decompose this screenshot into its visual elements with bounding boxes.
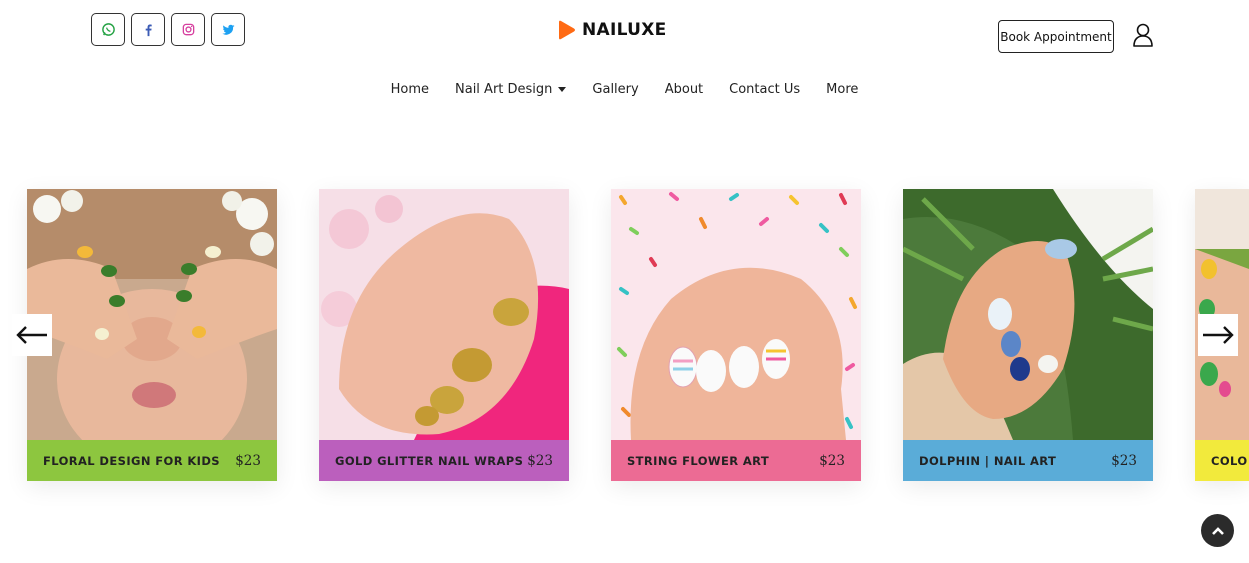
instagram-icon xyxy=(182,23,194,36)
nav-gallery-label: Gallery xyxy=(592,82,639,97)
product-image xyxy=(903,189,1153,440)
carousel-next-button[interactable] xyxy=(1198,314,1238,356)
main-nav: Home Nail Art Design Gallery About Conta… xyxy=(0,82,1249,97)
product-title: FLORAL DESIGN FOR KIDS xyxy=(43,453,220,468)
product-price: $23 xyxy=(527,452,553,469)
product-title: GOLD GLITTER NAIL WRAPS xyxy=(335,453,524,468)
product-title: COLO xyxy=(1211,453,1248,468)
product-image xyxy=(319,189,569,440)
book-appointment-button[interactable]: Book Appointment xyxy=(998,20,1114,53)
product-image xyxy=(27,189,277,440)
brand-logo-icon xyxy=(559,20,575,40)
product-card-footer: DOLPHIN | NAIL ART $23 xyxy=(903,440,1153,481)
instagram-button[interactable] xyxy=(171,13,205,46)
twitter-button[interactable] xyxy=(211,13,245,46)
nav-home[interactable]: Home xyxy=(378,82,442,97)
product-card[interactable]: STRING FLOWER ART $23 xyxy=(611,189,861,481)
nav-contact-us[interactable]: Contact Us xyxy=(716,82,813,97)
product-price: $23 xyxy=(235,452,261,469)
whatsapp-button[interactable] xyxy=(91,13,125,46)
product-card-footer: FLORAL DESIGN FOR KIDS $23 xyxy=(27,440,277,481)
product-card[interactable]: GOLD GLITTER NAIL WRAPS $23 xyxy=(319,189,569,481)
user-icon[interactable] xyxy=(1131,22,1155,48)
product-card-footer: COLO xyxy=(1195,440,1249,481)
product-card-footer: GOLD GLITTER NAIL WRAPS $23 xyxy=(319,440,569,481)
whatsapp-icon xyxy=(101,23,115,36)
carousel-prev-button[interactable] xyxy=(12,314,52,356)
nav-more-label: More xyxy=(826,82,859,97)
nav-nail-art-design-label: Nail Art Design xyxy=(455,82,553,97)
brand-logo-link[interactable]: NAILUXE xyxy=(556,20,667,40)
arrow-right-icon xyxy=(1203,326,1234,344)
twitter-icon xyxy=(221,24,235,35)
chevron-up-icon xyxy=(1211,526,1224,535)
nav-home-label: Home xyxy=(390,82,429,97)
scroll-to-top-button[interactable] xyxy=(1201,514,1234,547)
product-card-footer: STRING FLOWER ART $23 xyxy=(611,440,861,481)
nav-about[interactable]: About xyxy=(652,82,716,97)
product-title: DOLPHIN | NAIL ART xyxy=(919,453,1057,468)
product-price: $23 xyxy=(819,452,845,469)
nav-gallery[interactable]: Gallery xyxy=(579,82,651,97)
nav-nail-art-design[interactable]: Nail Art Design xyxy=(442,82,579,97)
product-image xyxy=(611,189,861,440)
nav-more[interactable]: More xyxy=(813,82,871,97)
social-links xyxy=(91,13,245,46)
caret-down-icon xyxy=(558,87,567,92)
arrow-left-icon xyxy=(16,326,47,344)
product-price: $23 xyxy=(1111,452,1137,469)
brand-name: NAILUXE xyxy=(582,20,667,40)
nav-contact-us-label: Contact Us xyxy=(729,82,801,97)
product-card[interactable]: DOLPHIN | NAIL ART $23 xyxy=(903,189,1153,481)
facebook-button[interactable] xyxy=(131,13,165,46)
nav-about-label: About xyxy=(664,82,704,97)
product-carousel: FLORAL DESIGN FOR KIDS $23 GOLD GLITTER … xyxy=(0,189,1249,481)
product-title: STRING FLOWER ART xyxy=(627,453,770,468)
facebook-icon xyxy=(145,24,152,37)
product-card[interactable]: FLORAL DESIGN FOR KIDS $23 xyxy=(27,189,277,481)
